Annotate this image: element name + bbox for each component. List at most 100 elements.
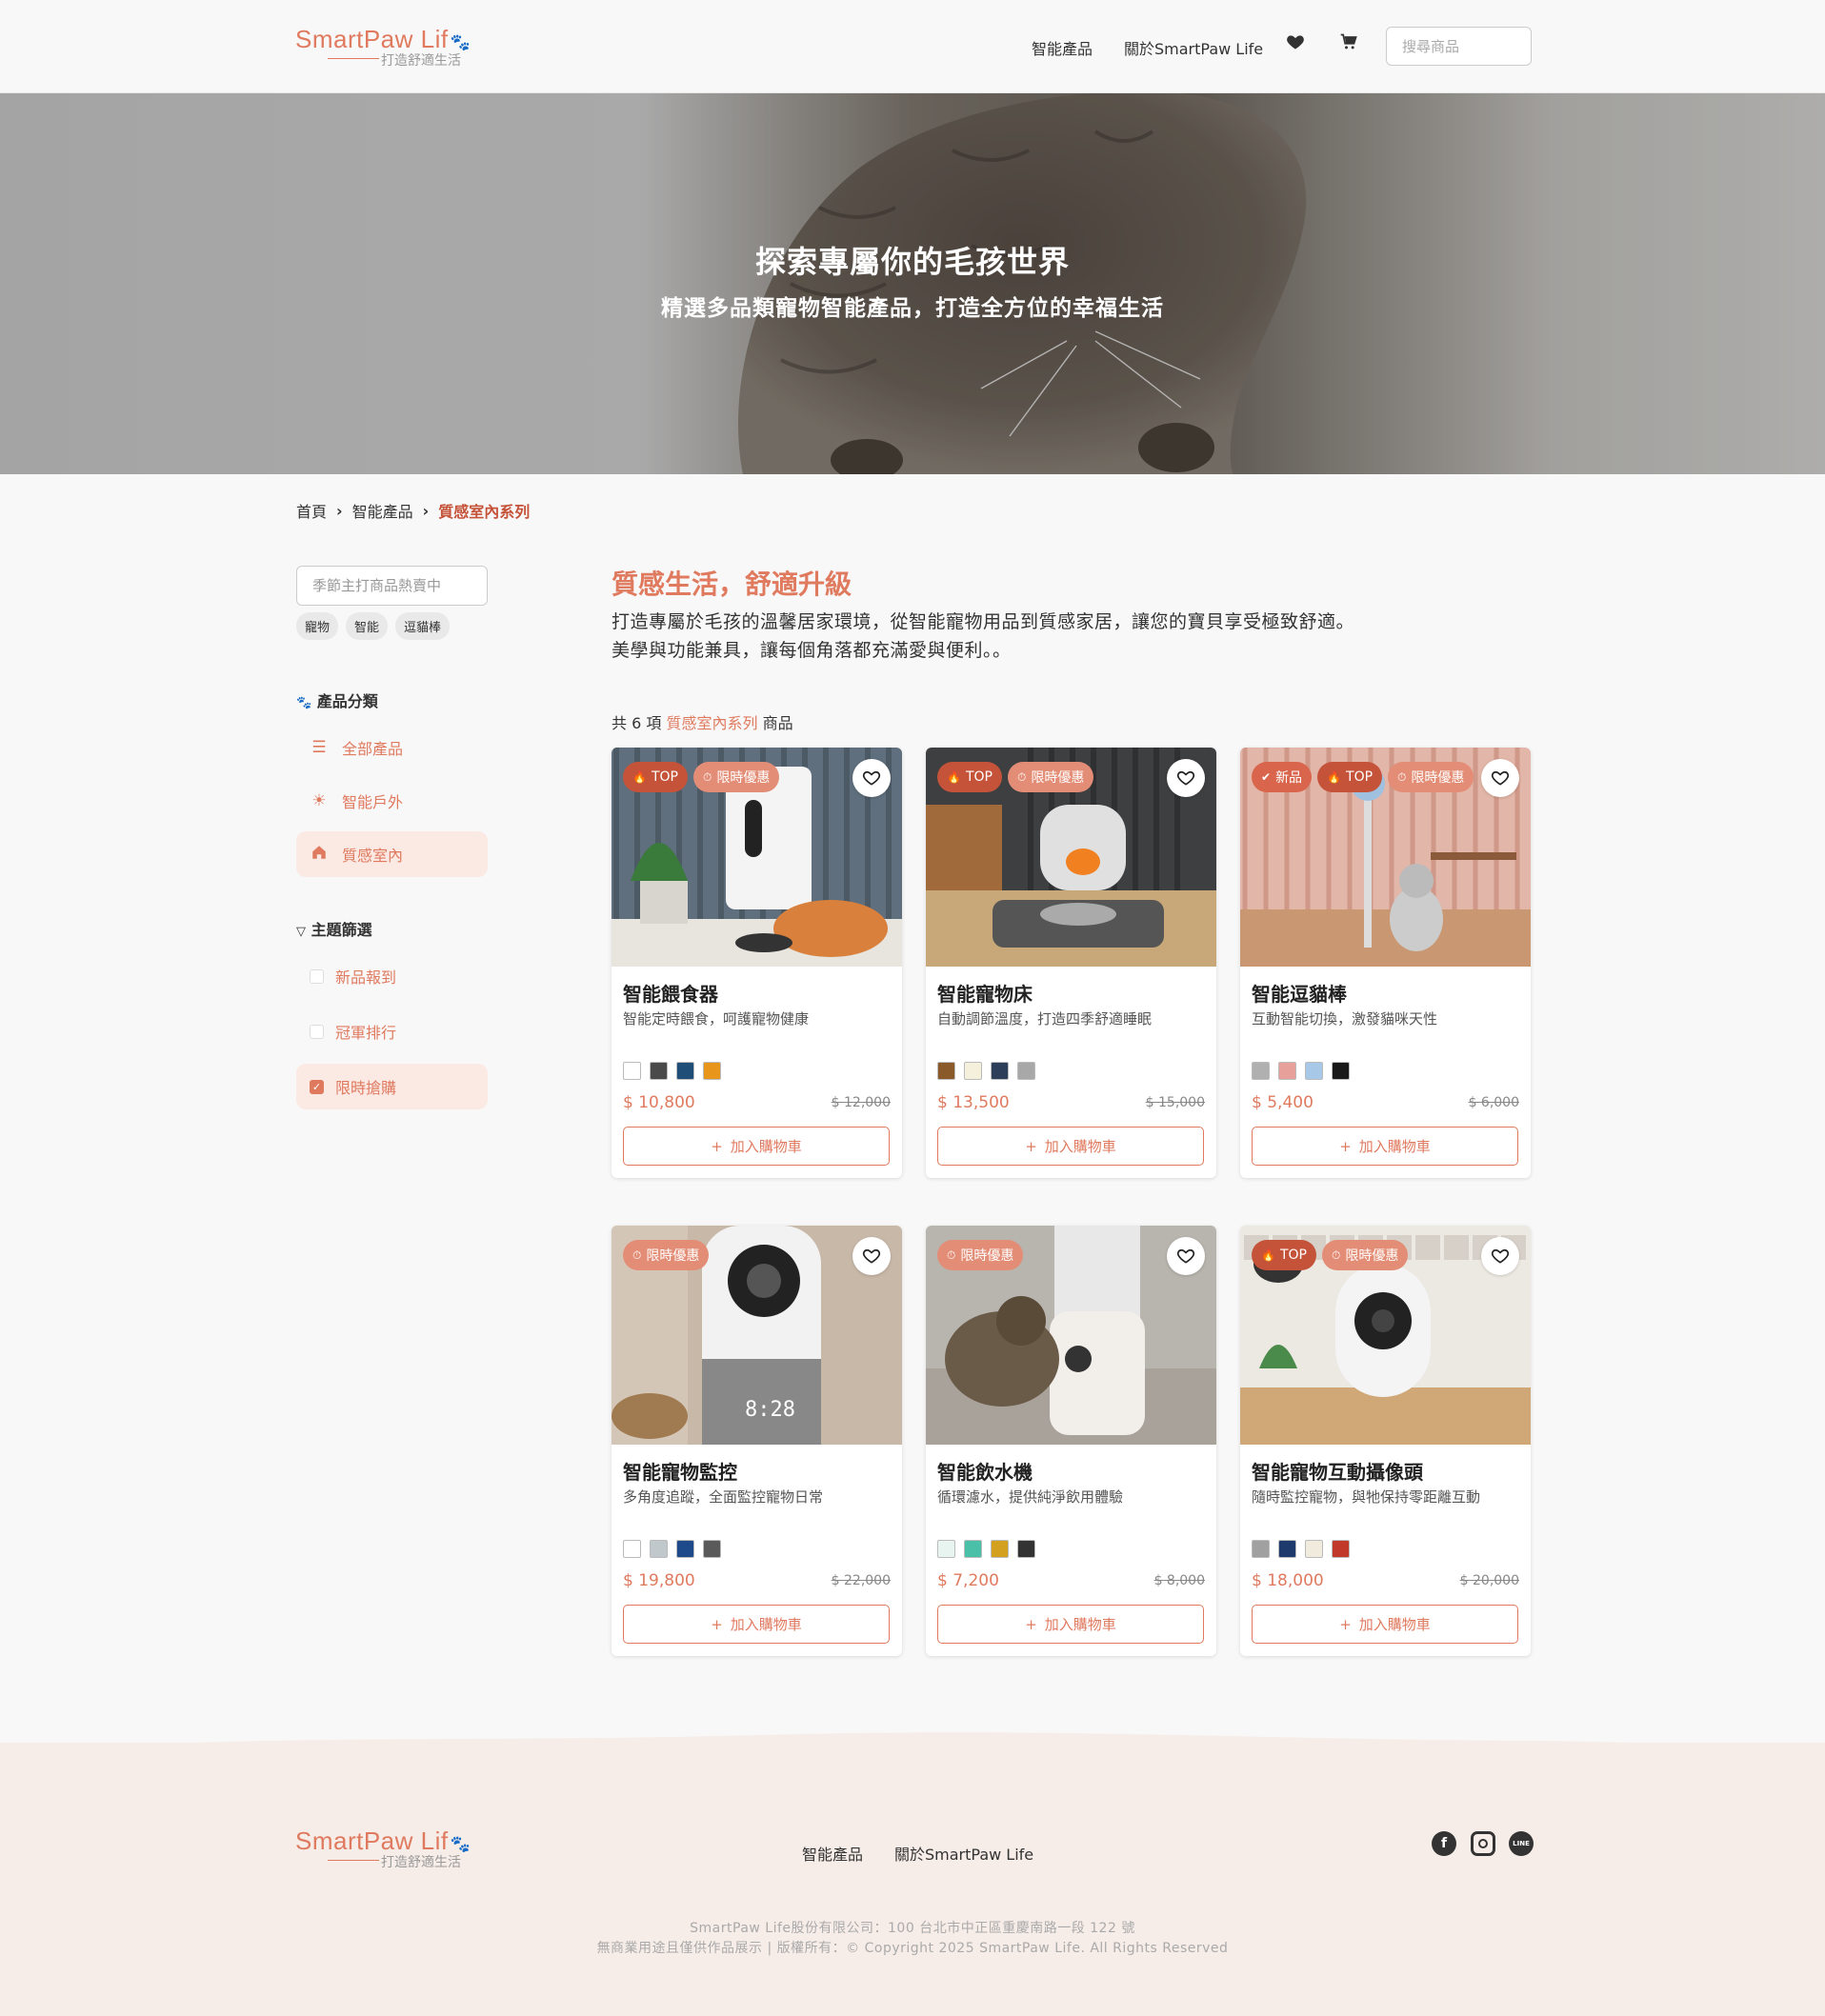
color-swatch[interactable] [623, 1062, 641, 1080]
color-swatch[interactable] [1305, 1062, 1323, 1080]
filter-flash-sale[interactable]: ✓ 限時搶購 [296, 1064, 488, 1109]
add-to-cart-button[interactable]: + 加入購物車 [1252, 1605, 1518, 1644]
color-swatch[interactable] [991, 1062, 1009, 1080]
checkbox[interactable] [310, 968, 324, 984]
timer-icon: ⏱ [947, 1248, 956, 1262]
fire-icon: 🔥 [1261, 1248, 1275, 1262]
chevron-right-icon: › [336, 501, 343, 520]
color-swatch[interactable] [650, 1540, 668, 1558]
footer-company-info: SmartPaw Life股份有限公司：100 台北市中正區重慶南路一段 122… [690, 1921, 1135, 1936]
footer-link-about[interactable]: 關於SmartPaw Life [894, 1842, 1033, 1865]
color-options [937, 1062, 1035, 1080]
color-swatch[interactable] [964, 1540, 982, 1558]
filter-ranking[interactable]: 冠軍排行 [296, 1008, 488, 1054]
color-swatch[interactable] [1017, 1540, 1035, 1558]
color-swatch[interactable] [703, 1062, 721, 1080]
category-outdoor[interactable]: ☀ 智能戶外 [296, 778, 488, 824]
tag-cat-teaser[interactable]: 逗貓棒 [395, 612, 451, 640]
cart-icon[interactable] [1339, 32, 1360, 53]
color-swatch[interactable] [703, 1540, 721, 1558]
color-swatch[interactable] [991, 1540, 1009, 1558]
product-old-price: $ 6,000 [1468, 1095, 1519, 1110]
product-card[interactable]: ✔ 新品 🔥 TOP ⏱ 限時優惠 智能逗貓棒 互動智能切換，激發貓咪天性 $ 5,400… [1240, 748, 1531, 1178]
nav-link-products[interactable]: 智能產品 [1032, 36, 1093, 59]
checkbox[interactable] [310, 1024, 324, 1039]
color-swatch[interactable] [1332, 1062, 1350, 1080]
product-name[interactable]: 智能寵物床 [937, 979, 1033, 1007]
instagram-icon[interactable] [1471, 1831, 1495, 1856]
heart-icon[interactable] [1481, 759, 1519, 797]
badge-new: ✔ 新品 [1252, 762, 1313, 792]
search-input[interactable] [1386, 27, 1532, 66]
checkbox-checked[interactable]: ✓ [310, 1079, 324, 1094]
badge-sale: ⏱ 限時優惠 [1007, 762, 1094, 792]
footer-link-products[interactable]: 智能產品 [802, 1842, 863, 1865]
add-to-cart-button[interactable]: + 加入購物車 [937, 1605, 1204, 1644]
sidebar-search-input[interactable] [296, 566, 488, 606]
category-indoor[interactable]: 質感室內 [296, 831, 488, 877]
color-swatch[interactable] [1278, 1540, 1296, 1558]
brand-slogan: 打造舒適生活 [381, 1855, 461, 1870]
badge-group: 🔥 TOP ⏱ 限時優惠 [1252, 1240, 1480, 1270]
tag-pet[interactable]: 寵物 [296, 612, 339, 640]
color-swatch[interactable] [1252, 1540, 1270, 1558]
plus-icon: + [1339, 1137, 1352, 1155]
add-to-cart-button[interactable]: + 加入購物車 [1252, 1127, 1518, 1166]
product-name[interactable]: 智能寵物互動攝像頭 [1252, 1457, 1423, 1485]
timer-icon: ⏱ [1016, 769, 1027, 784]
color-swatch[interactable] [964, 1062, 982, 1080]
product-name[interactable]: 智能飲水機 [937, 1457, 1033, 1485]
plus-icon: + [1025, 1137, 1037, 1155]
section-title: 質感生活，舒適升級 [612, 569, 852, 600]
category-all[interactable]: ☰ 全部產品 [296, 725, 488, 770]
color-swatch[interactable] [1305, 1540, 1323, 1558]
add-to-cart-button[interactable]: + 加入購物車 [623, 1605, 890, 1644]
heart-icon[interactable] [1167, 759, 1205, 797]
filter-new[interactable]: 新品報到 [296, 953, 488, 999]
product-name[interactable]: 智能逗貓棒 [1252, 979, 1347, 1007]
heart-icon[interactable] [1286, 32, 1307, 53]
tag-smart[interactable]: 智能 [346, 612, 389, 640]
color-swatch[interactable] [937, 1540, 955, 1558]
color-swatch[interactable] [1332, 1540, 1350, 1558]
product-card[interactable]: 🔥 TOP ⏱ 限時優惠 智能寵物互動攝像頭 隨時監控寵物，與牠保持零距離互動 $ 1… [1240, 1226, 1531, 1656]
color-swatch[interactable] [1252, 1062, 1270, 1080]
brand-logo[interactable]: SmartPaw Lif 🐾 打造舒適生活 [295, 25, 471, 72]
breadcrumb-products[interactable]: 智能產品 [352, 499, 413, 522]
color-swatch[interactable] [1017, 1062, 1035, 1080]
hero-banner: 探索專屬你的毛孩世界 精選多品類寵物智能產品，打造全方位的幸福生活 [0, 93, 1825, 474]
product-description: 互動智能切換，激發貓咪天性 [1252, 1010, 1438, 1028]
color-swatch[interactable] [623, 1540, 641, 1558]
color-options [623, 1062, 721, 1080]
heart-icon[interactable] [1167, 1237, 1205, 1275]
heart-icon[interactable] [852, 1237, 891, 1275]
color-swatch[interactable] [650, 1062, 668, 1080]
add-to-cart-button[interactable]: + 加入購物車 [623, 1127, 890, 1166]
product-name[interactable]: 智能寵物監控 [623, 1457, 737, 1485]
line-icon[interactable]: LINE [1509, 1831, 1534, 1856]
product-card[interactable]: 🔥 TOP ⏱ 限時優惠 智能餵食器 智能定時餵食，呵護寵物健康 $ 10,800 $… [612, 748, 902, 1178]
nav-link-about[interactable]: 關於SmartPaw Life [1124, 36, 1263, 59]
color-swatch[interactable] [676, 1062, 694, 1080]
fire-icon: 🔥 [632, 770, 647, 784]
add-to-cart-button[interactable]: + 加入購物車 [937, 1127, 1204, 1166]
product-old-price: $ 22,000 [831, 1573, 891, 1588]
logo-divider [328, 1860, 379, 1861]
color-swatch[interactable] [1278, 1062, 1296, 1080]
heart-icon[interactable] [1481, 1237, 1519, 1275]
product-card[interactable]: ⏱ 限時優惠 智能飲水機 循環濾水，提供純淨飲用體驗 $ 7,200 $ 8,00… [926, 1226, 1216, 1656]
color-swatch[interactable] [676, 1540, 694, 1558]
color-swatch[interactable] [937, 1062, 955, 1080]
product-card[interactable]: 🔥 TOP ⏱ 限時優惠 智能寵物床 自動調節溫度，打造四季舒適睡眠 $ 13,500… [926, 748, 1216, 1178]
facebook-icon[interactable]: f [1432, 1831, 1456, 1856]
breadcrumb-home[interactable]: 首頁 [296, 499, 327, 522]
heart-icon[interactable] [852, 759, 891, 797]
paw-icon: 🐾 [450, 33, 471, 51]
footer-logo[interactable]: SmartPaw Lif 🐾 打造舒適生活 [295, 1826, 471, 1874]
paw-icon: 🐾 [296, 696, 312, 710]
product-name[interactable]: 智能餵食器 [623, 979, 718, 1007]
color-options [937, 1540, 1035, 1558]
product-card[interactable]: 8:28 ⏱ 限時優惠 智能寵物監控 多角度追蹤，全面監控寵物日常 $ 19,80… [612, 1226, 902, 1656]
product-price: $ 13,500 [937, 1093, 1010, 1112]
plus-icon: + [1339, 1615, 1352, 1633]
